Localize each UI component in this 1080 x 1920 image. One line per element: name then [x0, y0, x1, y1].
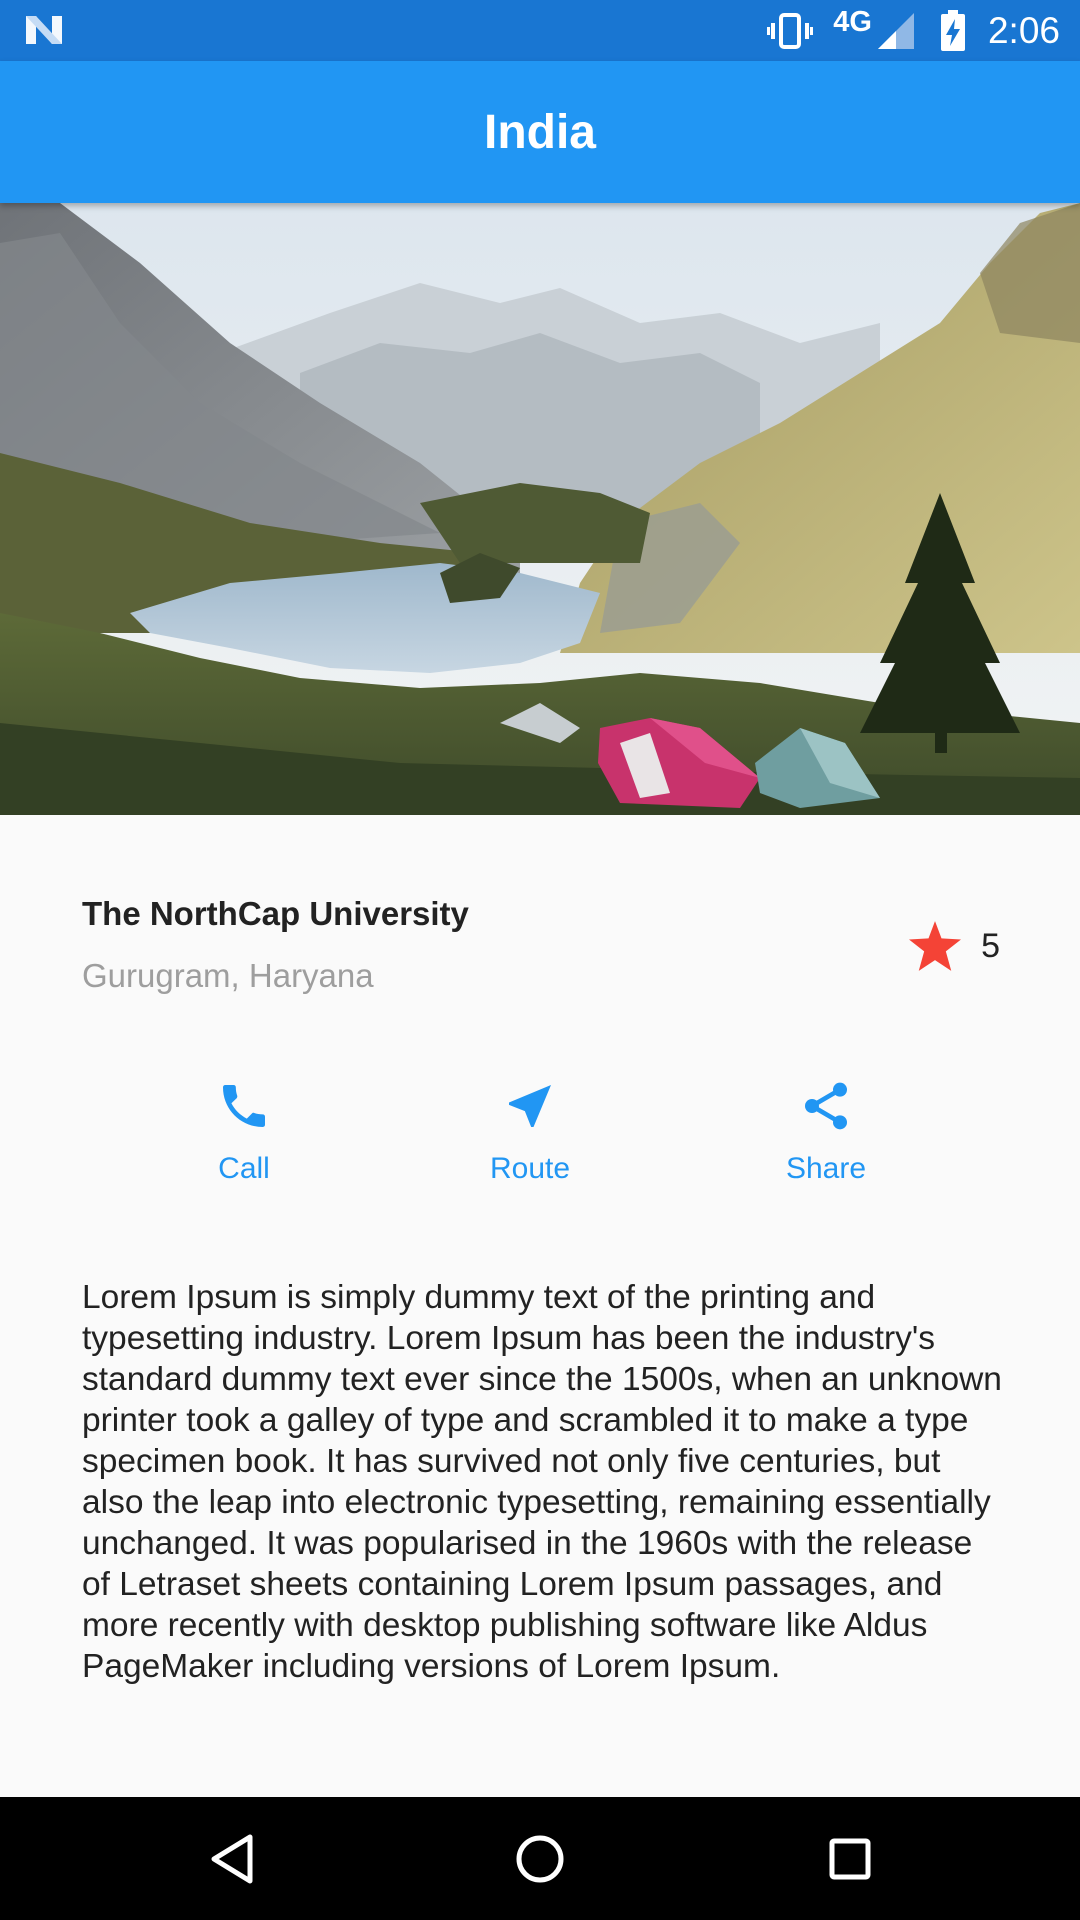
- call-label: Call: [218, 1152, 270, 1185]
- home-circle-icon: [516, 1835, 564, 1883]
- share-icon: [805, 1082, 847, 1130]
- app-bar: India: [0, 61, 1080, 203]
- signal-icon: [877, 12, 914, 49]
- route-label: Route: [489, 1152, 571, 1185]
- navigation-bar: [0, 1797, 1080, 1920]
- place-name: The NorthCap University: [82, 895, 469, 932]
- landscape-illustration: [0, 203, 1080, 815]
- title-section: The NorthCap University Gurugram, Haryan…: [82, 895, 1000, 1015]
- clock: 2:06: [987, 9, 1060, 51]
- screen: 4G 2:06 India The NorthCap University Gu…: [0, 0, 1080, 1920]
- back-button[interactable]: [200, 1827, 264, 1891]
- recents-button[interactable]: [818, 1827, 882, 1891]
- vibrate-icon: [767, 12, 814, 49]
- status-bar: 4G 2:06: [0, 0, 1080, 61]
- rating-value: 5: [981, 926, 1000, 965]
- description-text: Lorem Ipsum is simply dummy text of the …: [82, 1279, 1002, 1685]
- battery-charging-icon: [940, 9, 965, 51]
- navigation-icon: [509, 1085, 551, 1127]
- share-label: Share: [785, 1152, 867, 1185]
- rating: 5: [909, 921, 1000, 971]
- page-title: India: [483, 105, 596, 159]
- phone-icon: [223, 1085, 265, 1127]
- back-triangle-icon: [211, 1834, 253, 1884]
- recents-square-icon: [829, 1838, 871, 1880]
- network-type-label: 4G: [833, 6, 872, 38]
- hero-image: [0, 203, 1080, 815]
- home-button[interactable]: [508, 1827, 572, 1891]
- action-buttons: Call Route Share: [0, 1078, 1080, 1208]
- android-n-logo-icon: [26, 16, 62, 44]
- route-button[interactable]: Route: [430, 1078, 630, 1208]
- call-button[interactable]: Call: [144, 1078, 344, 1208]
- star-icon: [909, 921, 962, 971]
- share-button[interactable]: Share: [726, 1078, 926, 1208]
- status-icons: 4G 2:06: [767, 0, 1060, 61]
- place-location: Gurugram, Haryana: [82, 957, 374, 994]
